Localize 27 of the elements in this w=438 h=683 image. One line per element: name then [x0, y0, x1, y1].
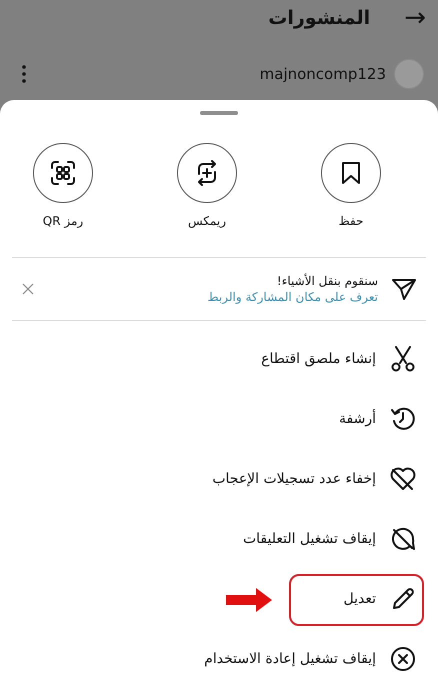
notice-text: سنقوم بنقل الأشياء!: [276, 274, 378, 288]
page-title: المنشورات: [268, 7, 370, 29]
notice-link[interactable]: تعرف على مكان المشاركة والربط: [48, 290, 378, 304]
menu-item[interactable]: تعديل: [344, 591, 376, 607]
pointer-arrow: [226, 588, 272, 612]
menu-item[interactable]: أرشفة: [339, 411, 376, 427]
menu-item[interactable]: إخفاء عدد تسجيلات الإعجاب: [212, 471, 376, 487]
circle-x-icon: [390, 646, 416, 672]
menu-item[interactable]: إنشاء ملصق اقتطاع: [261, 351, 376, 367]
quick-action-label: حفظ: [338, 214, 364, 228]
drag-handle[interactable]: [200, 111, 238, 115]
heart-crossed-icon: [390, 467, 416, 491]
menu-item[interactable]: إيقاف تشغيل التعليقات: [242, 531, 376, 547]
bookmark-icon: [340, 161, 362, 185]
more-options-icon[interactable]: [22, 65, 26, 83]
comment-off-icon: [390, 526, 416, 552]
quick-action-label: ريمكس: [188, 214, 226, 228]
qr-code-icon: [50, 160, 76, 186]
quick-action-label: رمز QR: [42, 214, 84, 228]
pencil-icon: [391, 587, 415, 611]
back-arrow-icon[interactable]: →: [404, 3, 426, 33]
send-icon: [392, 278, 416, 300]
username[interactable]: majnoncomp123: [260, 65, 386, 83]
scissors-icon: [391, 346, 415, 372]
menu-item[interactable]: إيقاف تشغيل إعادة الاستخدام: [204, 651, 376, 667]
history-icon: [391, 407, 415, 431]
close-icon[interactable]: [22, 283, 34, 295]
